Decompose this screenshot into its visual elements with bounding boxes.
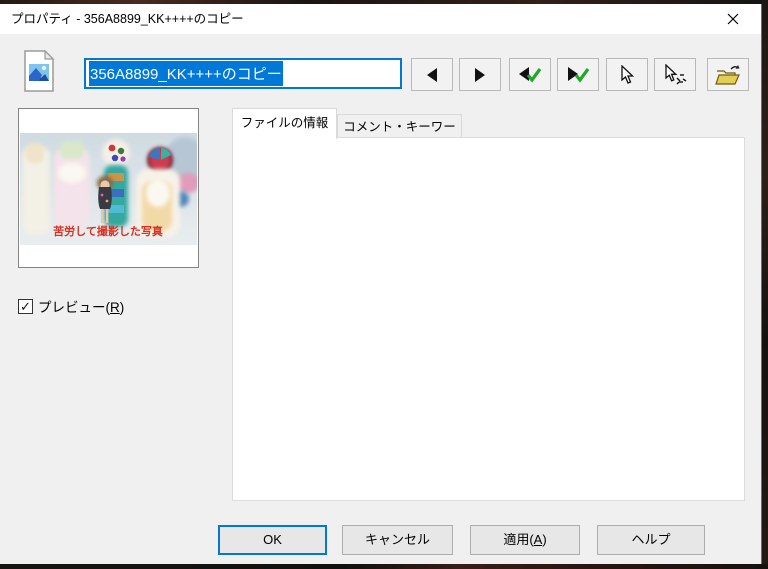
tab-comment-keyword[interactable]: コメント・キーワード [337, 114, 462, 158]
next-checked-image-button[interactable] [557, 58, 599, 91]
prev-image-button[interactable] [411, 58, 453, 91]
open-folder-icon [715, 64, 740, 85]
preview-checkbox-label: プレビュー(R) [38, 300, 125, 315]
preview-box: 苦労して撮影した写真 [18, 108, 199, 268]
cursor-click-icon [665, 63, 687, 84]
desktop-background-right [762, 0, 768, 569]
check-icon: ✓ [20, 298, 31, 314]
filename-selected-text: 356A8899_KK++++のコピー [89, 61, 283, 86]
open-folder-button[interactable] [707, 58, 749, 91]
tab-file-info[interactable]: ファイルの情報 [232, 108, 337, 139]
arrow-right-check-icon [568, 66, 590, 83]
prev-checked-image-button[interactable] [509, 58, 551, 91]
next-image-icon [475, 67, 485, 82]
properties-dialog: プロパティ - 356A8899_KK++++のコピー 356A8899_KK+… [0, 4, 762, 564]
cursor-icon [621, 64, 635, 84]
ok-button[interactable]: OK [218, 525, 327, 555]
file-info-panel [232, 137, 745, 501]
preview-image: 苦労して撮影した写真 [20, 133, 197, 245]
preview-caption: 苦労して撮影した写真 [53, 224, 163, 238]
prev-image-icon [427, 67, 437, 82]
window-titlebar: プロパティ - 356A8899_KK++++のコピー [0, 4, 761, 34]
select-click-button[interactable] [654, 58, 696, 91]
preview-checkbox[interactable]: ✓ [18, 298, 33, 314]
arrow-left-check-icon [519, 66, 542, 83]
window-title: プロパティ - 356A8899_KK++++のコピー [11, 12, 244, 26]
filename-input[interactable]: 356A8899_KK++++のコピー [84, 58, 402, 89]
image-file-icon [24, 50, 55, 92]
desktop-background-bottom [0, 564, 768, 569]
cancel-button[interactable]: キャンセル [342, 525, 453, 555]
close-button[interactable] [710, 4, 755, 34]
help-button[interactable]: ヘルプ [597, 525, 705, 555]
close-icon [727, 13, 738, 25]
select-cursor-button[interactable] [606, 58, 648, 91]
next-image-button[interactable] [459, 58, 501, 91]
apply-button[interactable]: 適用(A) [470, 525, 580, 555]
